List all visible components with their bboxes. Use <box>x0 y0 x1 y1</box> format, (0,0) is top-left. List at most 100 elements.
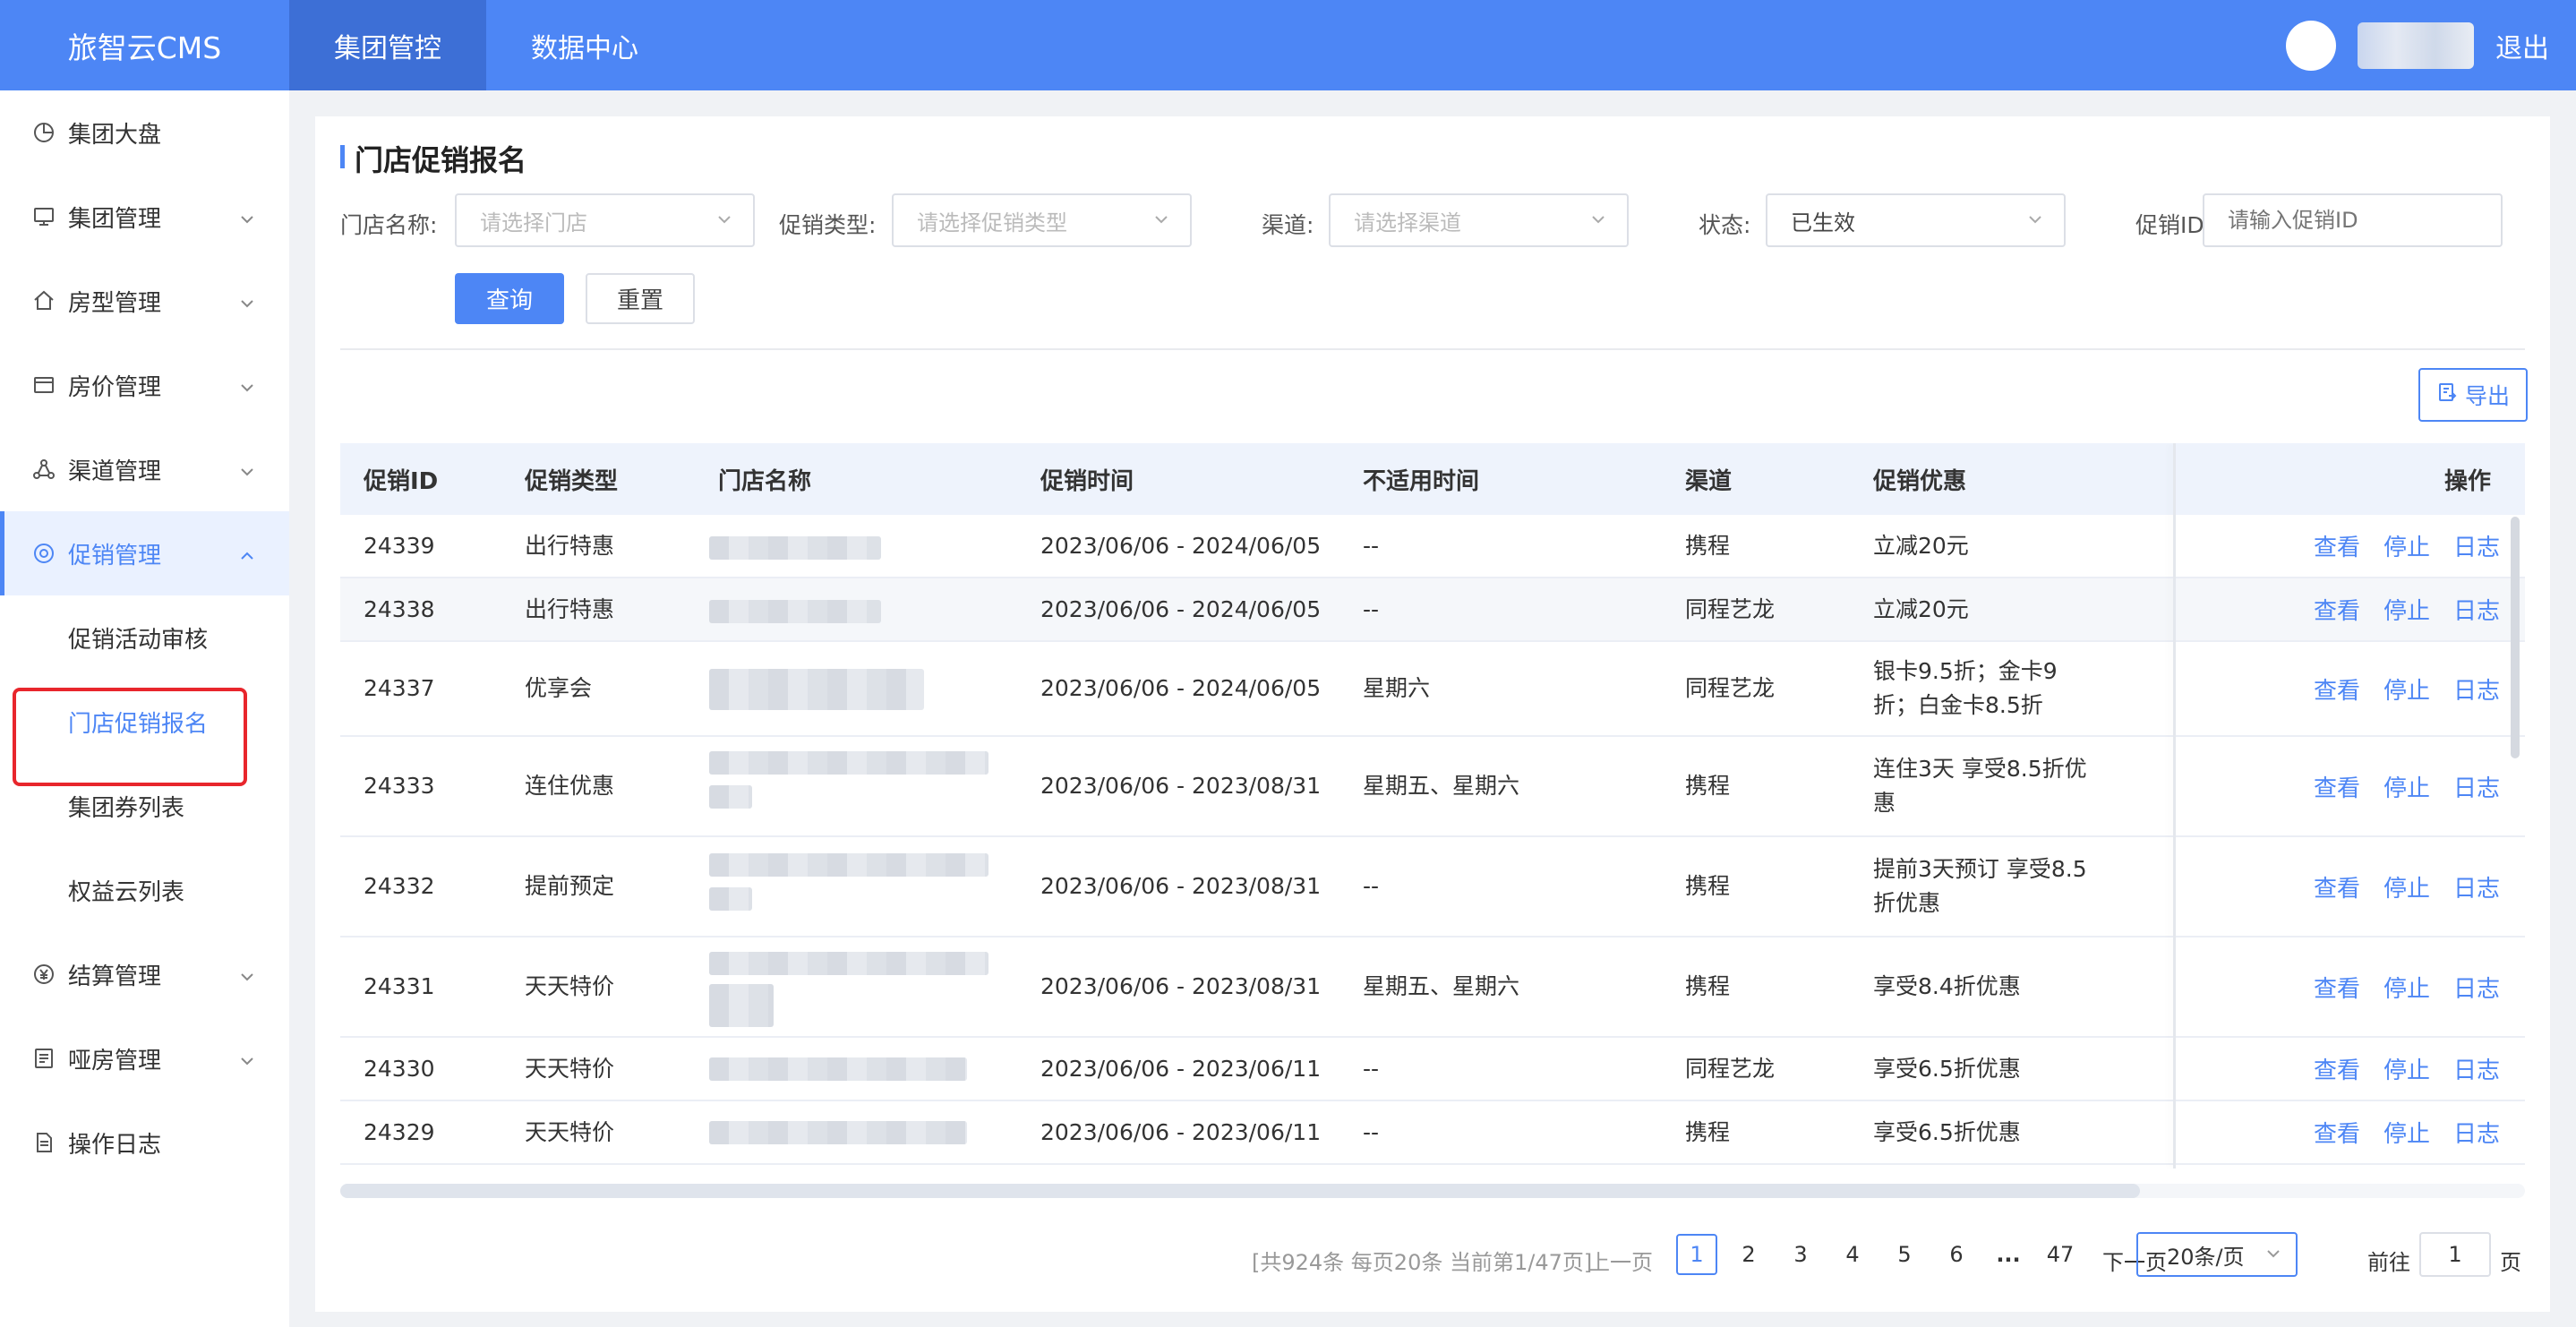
page-button-3[interactable]: 3 <box>1780 1234 1821 1275</box>
sidebar-item-dummy-room[interactable]: 哑房管理 <box>0 1016 289 1100</box>
promo-id-input[interactable] <box>2203 193 2503 247</box>
export-label: 导出 <box>2464 383 2510 409</box>
store-select[interactable]: 请选择门店 <box>455 193 755 247</box>
log-link[interactable]: 日志 <box>2453 1116 2500 1149</box>
view-link[interactable]: 查看 <box>2314 1052 2360 1085</box>
cell-id: 24331 <box>364 973 435 999</box>
cell-exclude: -- <box>1363 595 1380 622</box>
sidebar-subitem-store-promo-signup[interactable]: 门店促销报名 <box>0 680 289 786</box>
log-link[interactable]: 日志 <box>2453 971 2500 1004</box>
sidebar-item-settlement[interactable]: 结算管理 <box>0 932 289 1016</box>
row-actions: 查看 停止 日志 <box>2314 515 2500 577</box>
status-select[interactable]: 已生效 <box>1766 193 2066 247</box>
highlight-box <box>13 688 247 786</box>
prev-page-button[interactable]: 上一页 <box>1588 1245 1653 1276</box>
log-link[interactable]: 日志 <box>2453 529 2500 562</box>
stop-link[interactable]: 停止 <box>2383 1052 2430 1085</box>
cell-channel: 携程 <box>1685 973 1731 999</box>
page-size-select[interactable]: 20条/页 <box>2136 1232 2298 1277</box>
top-bar: 旅智云CMS 集团管控 数据中心 退出 <box>0 0 2576 90</box>
view-link[interactable]: 查看 <box>2314 593 2360 626</box>
log-link[interactable]: 日志 <box>2453 593 2500 626</box>
page-ellipsis[interactable]: ... <box>1988 1234 2029 1275</box>
app-logo[interactable]: 旅智云CMS <box>0 0 289 90</box>
log-link[interactable]: 日志 <box>2453 770 2500 803</box>
chevron-down-icon <box>239 207 255 234</box>
cell-exclude: 星期五、星期六 <box>1363 773 1520 799</box>
cell-time: 2023/06/06 - 2024/06/05 <box>1040 532 1322 559</box>
cell-channel: 同程艺龙 <box>1685 675 1776 701</box>
cell-exclude: -- <box>1363 1055 1380 1082</box>
sidebar-item-promotion[interactable]: 促销管理 <box>0 511 289 595</box>
view-link[interactable]: 查看 <box>2314 870 2360 903</box>
store-name-redacted <box>709 751 988 775</box>
chevron-down-icon <box>239 459 255 486</box>
cell-id: 24338 <box>364 595 435 622</box>
stop-link[interactable]: 停止 <box>2383 672 2430 706</box>
page-button-1[interactable]: 1 <box>1676 1234 1717 1275</box>
store-name-redacted <box>709 600 881 623</box>
pagination-summary: [共924条 每页20条 当前第1/47页] <box>1252 1250 1593 1275</box>
page-button-4[interactable]: 4 <box>1832 1234 1873 1275</box>
channel-select[interactable]: 请选择渠道 <box>1329 193 1629 247</box>
cell-exclude: -- <box>1363 532 1380 559</box>
page-button-2[interactable]: 2 <box>1728 1234 1769 1275</box>
view-link[interactable]: 查看 <box>2314 672 2360 706</box>
sidebar-item-dashboard[interactable]: 集团大盘 <box>0 90 289 175</box>
col-header-offer: 促销优惠 <box>1873 467 1967 495</box>
view-link[interactable]: 查看 <box>2314 971 2360 1004</box>
cell-offer: 享受8.4折优惠 <box>1873 973 2021 999</box>
query-button[interactable]: 查询 <box>455 273 564 324</box>
sidebar-item-operation-log[interactable]: 操作日志 <box>0 1100 289 1185</box>
table-row: 24338 出行特惠 2023/06/06 - 2024/06/05 -- 同程… <box>340 578 2525 642</box>
goto-page-input[interactable]: 1 <box>2419 1232 2491 1277</box>
view-link[interactable]: 查看 <box>2314 770 2360 803</box>
cell-id: 24333 <box>364 773 435 799</box>
logout-button[interactable]: 退出 <box>2495 26 2549 65</box>
row-actions: 查看 停止 日志 <box>2314 1038 2500 1100</box>
card-icon <box>30 372 57 398</box>
page-button-6[interactable]: 6 <box>1936 1234 1977 1275</box>
view-link[interactable]: 查看 <box>2314 1116 2360 1149</box>
sidebar-item-group-management[interactable]: 集团管理 <box>0 175 289 259</box>
stop-link[interactable]: 停止 <box>2383 529 2430 562</box>
promo-type-select[interactable]: 请选择促销类型 <box>892 193 1192 247</box>
avatar[interactable] <box>2286 20 2336 71</box>
page-button-47[interactable]: 47 <box>2040 1234 2081 1275</box>
horizontal-scrollbar[interactable] <box>340 1184 2140 1198</box>
export-button[interactable]: 导出 <box>2418 368 2528 422</box>
stop-link[interactable]: 停止 <box>2383 593 2430 626</box>
stop-link[interactable]: 停止 <box>2383 870 2430 903</box>
log-link[interactable]: 日志 <box>2453 870 2500 903</box>
vertical-scrollbar[interactable] <box>2511 517 2520 758</box>
cell-offer: 银卡9.5折；金卡9折；白金卡8.5折 <box>1873 658 2058 718</box>
row-actions: 查看 停止 日志 <box>2314 737 2500 835</box>
page-button-5[interactable]: 5 <box>1884 1234 1925 1275</box>
cell-type: 出行特惠 <box>525 532 615 559</box>
table-row: 24332 提前预定 2023/06/06 - 2023/08/31 -- 携程… <box>340 837 2525 937</box>
page-size-value: 20条/页 <box>2167 1244 2245 1270</box>
cell-id: 24330 <box>364 1055 435 1082</box>
stop-link[interactable]: 停止 <box>2383 971 2430 1004</box>
log-link[interactable]: 日志 <box>2453 672 2500 706</box>
sidebar-item-room-price[interactable]: 房价管理 <box>0 343 289 427</box>
sidebar-item-channel[interactable]: 渠道管理 <box>0 427 289 511</box>
stop-link[interactable]: 停止 <box>2383 770 2430 803</box>
cell-offer: 连住3天 享受8.5折优惠 <box>1873 756 2087 816</box>
sidebar-subitem-benefit-cloud[interactable]: 权益云列表 <box>0 848 289 932</box>
cell-type: 天天特价 <box>525 1055 615 1082</box>
tab-data-center[interactable]: 数据中心 <box>486 0 683 90</box>
sidebar-item-label: 房价管理 <box>68 373 162 401</box>
sidebar-subitem-promo-review[interactable]: 促销活动审核 <box>0 595 289 680</box>
sidebar-item-room-type[interactable]: 房型管理 <box>0 259 289 343</box>
cell-channel: 同程艺龙 <box>1685 1055 1776 1082</box>
promo-table: 促销ID 促销类型 门店名称 促销时间 不适用时间 渠道 促销优惠 操作 243… <box>340 443 2525 1169</box>
tab-group-control[interactable]: 集团管控 <box>289 0 486 90</box>
sidebar-item-label: 渠道管理 <box>68 458 162 485</box>
stop-link[interactable]: 停止 <box>2383 1116 2430 1149</box>
sidebar-item-label: 集团大盘 <box>68 121 162 149</box>
store-name-redacted <box>709 536 881 560</box>
view-link[interactable]: 查看 <box>2314 529 2360 562</box>
log-link[interactable]: 日志 <box>2453 1052 2500 1085</box>
reset-button[interactable]: 重置 <box>586 273 695 324</box>
